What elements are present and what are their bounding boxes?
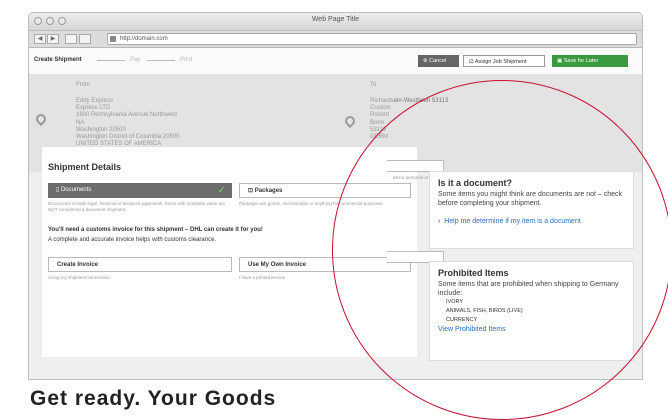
from-line: Washington 20500 (76, 126, 126, 133)
prohibited-title: Prohibited Items (438, 268, 509, 278)
shipment-details-title: Shipment Details (48, 162, 122, 172)
step-create-shipment: Create Shipment (34, 57, 82, 63)
back-button[interactable]: ◀ (34, 34, 46, 44)
address-bar[interactable]: http://domain.com (107, 33, 637, 45)
page-heading: Get ready. Your Goods (30, 387, 277, 410)
prohibited-item: CURRENCY (446, 317, 478, 323)
view-prohibited-items-link[interactable]: View Prohibited Items (438, 325, 625, 334)
packages-label: Packages (254, 188, 283, 194)
use-own-invoice-button[interactable]: Use My Own Invoice (239, 257, 411, 272)
packages-note: Packages are goods, merchandise or anyth… (239, 201, 384, 206)
cancel-button[interactable]: ⊗ Cancel (418, 55, 459, 67)
step-print: Print (180, 57, 193, 63)
to-label: To (370, 82, 377, 88)
to-address: Richardsein-Westfalen 53113 Custom Rosen… (370, 98, 448, 141)
from-line: Washington District of Columbia 20500 (76, 134, 180, 141)
from-line: NA (76, 119, 85, 126)
from-line: Express LTD (76, 105, 111, 112)
documents-option[interactable]: ▯ Documents ✓ (48, 183, 232, 198)
shipment-details-card: Shipment Details ▯ Documents ✓ ⊡ Package… (42, 147, 417, 357)
prohibited-item: ANIMALS, FISH, BIRDS (LIVE) (446, 308, 523, 314)
document-help-link-text: Help me determine if my item is a docume… (444, 218, 581, 225)
invoice-subtext: A complete and accurate invoice helps wi… (48, 237, 217, 243)
location-pin-icon (33, 111, 49, 127)
to-line: Bonn (370, 119, 385, 126)
progress-steps: Create Shipment Pay Print ⊗ Cancel ⊡ Ass… (29, 48, 642, 75)
create-invoice-button[interactable]: Create Invoice (48, 257, 232, 272)
prohibited-body: Some items that are prohibited when ship… (438, 281, 619, 297)
partial-side-note: ed for personal or (393, 175, 429, 180)
documents-note: Documents include legal, financial or bu… (48, 201, 226, 212)
toolbar-button-1[interactable] (65, 34, 77, 44)
prohibited-items-panel: Prohibited Items Some items that are pro… (429, 261, 634, 361)
toolbar-button-2[interactable] (79, 34, 91, 44)
to-line: Custom (370, 105, 391, 112)
to-line: Rosent (370, 112, 390, 119)
assign-shipment-button[interactable]: ⊡ Assign Job Shipment (463, 55, 545, 67)
to-line: 53113 (370, 126, 387, 133)
from-address: Eddy Express Express LTD 1600 Pennsylvan… (76, 98, 180, 148)
step-divider (97, 60, 125, 61)
document-help-body: Some items you might think are documents… (438, 191, 623, 207)
from-label: From (76, 82, 90, 88)
window-title: Web Page Title (311, 16, 360, 23)
document-help-title: Is it a document? (438, 178, 513, 188)
to-line: GERM (370, 134, 388, 141)
step-pay: Pay (130, 57, 141, 63)
location-pin-icon (342, 113, 358, 129)
packages-option[interactable]: ⊡ Packages (239, 183, 411, 198)
own-invoice-note: I have a printed invoice (239, 275, 286, 280)
to-line: Richardsein-Westfalen 53113 (370, 98, 449, 104)
url-text: http://domain.com (120, 36, 168, 42)
package-icon: ⊡ (248, 188, 255, 194)
from-line: 1600 Pennsylvania Avenue Northwest (76, 112, 177, 119)
document-help-link[interactable]: › Help me determine if my item is a docu… (438, 217, 625, 226)
assign-label: Assign Job Shipment (474, 59, 527, 65)
checkmark-icon: ✓ (217, 185, 226, 196)
invoice-heading: You'll need a customs invoice for this s… (48, 227, 263, 233)
documents-label: Documents (60, 187, 92, 193)
prohibited-item: IVORY (446, 299, 464, 305)
step-divider (147, 60, 175, 61)
lock-icon (110, 36, 116, 42)
cancel-label: Cancel (429, 58, 447, 64)
create-invoice-note: Using my shipment information (48, 275, 110, 280)
save-label: Save for Later (563, 58, 599, 64)
from-line: Eddy Express (76, 98, 114, 104)
browser-window: Web Page Title ◀ ▶ http://domain.com Cre… (28, 12, 643, 380)
forward-button[interactable]: ▶ (47, 34, 59, 44)
save-for-later-button[interactable]: ▣ Save for Later (552, 55, 628, 67)
save-icon: ▣ (557, 58, 564, 64)
browser-toolbar: ◀ ▶ http://domain.com (29, 31, 642, 48)
document-help-panel: Is it a document? Some items you might t… (429, 171, 634, 249)
title-bar: Web Page Title (29, 13, 642, 31)
